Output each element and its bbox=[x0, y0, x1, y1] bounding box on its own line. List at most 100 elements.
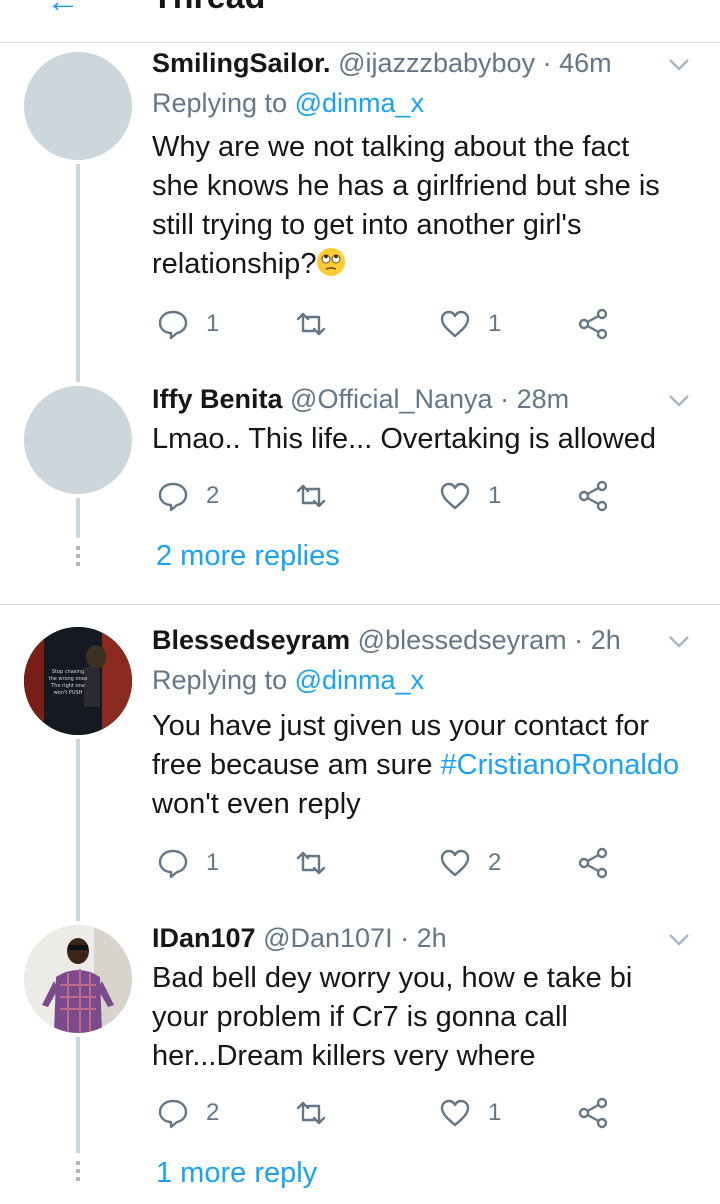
like-button[interactable]: 1 bbox=[438, 476, 501, 516]
replying-to: Replying to @dinma_x bbox=[152, 88, 425, 118]
display-name[interactable]: Blessedseyram bbox=[152, 625, 350, 655]
retweet-icon bbox=[296, 1101, 326, 1125]
timestamp: 2h bbox=[416, 923, 447, 953]
display-name[interactable]: IDan107 bbox=[152, 923, 256, 953]
svg-text:The right one: The right one bbox=[50, 683, 85, 689]
avatar[interactable] bbox=[24, 52, 132, 160]
reply-count: 1 bbox=[206, 849, 220, 876]
mention-link[interactable]: @dinma_x bbox=[295, 665, 424, 695]
tweet-text: Lmao.. This life... Overtaking is allowe… bbox=[152, 423, 656, 455]
avatar[interactable] bbox=[24, 386, 132, 494]
tweet-text: Why are we not talking about the fact sh… bbox=[152, 131, 660, 280]
timestamp: 2h bbox=[590, 625, 621, 655]
retweet-button[interactable] bbox=[294, 843, 344, 883]
tweet-actions: 2 1 bbox=[152, 1093, 652, 1133]
handle[interactable]: @Dan107I bbox=[263, 923, 393, 953]
more-replies-link[interactable]: 2 more replies bbox=[156, 540, 340, 573]
tweet-meta: SmilingSailor. @ijazzzbabyboy · 46m bbox=[152, 48, 612, 79]
tweet[interactable]: SmilingSailor. @ijazzzbabyboy · 46m Repl… bbox=[0, 42, 720, 384]
reply-count: 1 bbox=[206, 310, 220, 337]
svg-text:Stop chasing: Stop chasing bbox=[52, 669, 84, 675]
dot-separator: · bbox=[500, 384, 510, 414]
share-button[interactable] bbox=[576, 1093, 610, 1133]
tweet-meta: Iffy Benita @Official_Nanya · 28m bbox=[152, 384, 569, 415]
retweet-icon bbox=[296, 312, 326, 336]
tweet-text: Bad bell dey worry you, how e take bi yo… bbox=[152, 962, 633, 1072]
share-icon bbox=[578, 308, 608, 340]
share-button[interactable] bbox=[576, 476, 610, 516]
thread-header: ← Thread bbox=[0, 0, 720, 43]
timestamp: 28m bbox=[516, 384, 570, 414]
like-count: 1 bbox=[488, 1099, 502, 1126]
retweet-icon bbox=[296, 484, 326, 508]
tweet-actions: 2 1 bbox=[152, 476, 652, 516]
share-icon bbox=[578, 847, 608, 879]
retweet-button[interactable] bbox=[294, 304, 344, 344]
heart-icon bbox=[440, 482, 470, 510]
handle[interactable]: @ijazzzbabyboy bbox=[338, 48, 535, 78]
retweet-icon bbox=[296, 851, 326, 875]
heart-icon bbox=[440, 849, 470, 877]
reply-button[interactable]: 1 bbox=[156, 304, 219, 344]
dot-separator: · bbox=[574, 625, 584, 655]
retweet-button[interactable] bbox=[294, 1093, 344, 1133]
dot-separator: · bbox=[400, 923, 410, 953]
tweet-actions: 1 2 bbox=[152, 843, 652, 883]
like-button[interactable]: 1 bbox=[438, 1093, 501, 1133]
avatar-image: Stop chasing the wrong ones The right on… bbox=[24, 627, 132, 735]
tweet-meta: Blessedseyram @blessedseyram · 2h bbox=[152, 625, 621, 656]
heart-icon bbox=[440, 1099, 470, 1127]
share-icon bbox=[578, 1097, 608, 1129]
thread-dots bbox=[76, 1161, 80, 1185]
chevron-down-icon[interactable] bbox=[668, 58, 690, 72]
like-button[interactable]: 1 bbox=[438, 304, 501, 344]
reply-icon bbox=[158, 310, 188, 340]
back-arrow-icon[interactable]: ← bbox=[46, 0, 80, 21]
hashtag-link[interactable]: #CristianoRonaldo bbox=[441, 749, 680, 781]
replying-to: Replying to @dinma_x bbox=[152, 665, 425, 695]
timestamp: 46m bbox=[559, 48, 612, 78]
thread-line bbox=[76, 164, 80, 382]
display-name[interactable]: Iffy Benita bbox=[152, 384, 283, 414]
like-count: 1 bbox=[488, 482, 502, 509]
display-name[interactable]: SmilingSailor. bbox=[152, 48, 331, 78]
chevron-down-icon[interactable] bbox=[668, 394, 690, 408]
reply-icon bbox=[158, 849, 188, 879]
thread-line bbox=[76, 739, 80, 921]
mention-link[interactable]: @dinma_x bbox=[295, 88, 424, 118]
like-button[interactable]: 2 bbox=[438, 843, 501, 883]
handle[interactable]: @blessedseyram bbox=[358, 625, 567, 655]
reply-button[interactable]: 1 bbox=[156, 843, 219, 883]
reply-icon bbox=[158, 482, 188, 512]
thread-line bbox=[76, 498, 80, 538]
more-replies-link[interactable]: 1 more reply bbox=[156, 1157, 317, 1190]
share-button[interactable] bbox=[576, 843, 610, 883]
reply-count: 2 bbox=[206, 482, 220, 509]
reply-button[interactable]: 2 bbox=[156, 476, 219, 516]
thread-line bbox=[76, 1037, 80, 1153]
thread-dots bbox=[76, 546, 80, 570]
retweet-button[interactable] bbox=[294, 476, 344, 516]
chevron-down-icon[interactable] bbox=[668, 635, 690, 649]
avatar-image bbox=[24, 925, 132, 1033]
tweet-meta: IDan107 @Dan107I · 2h bbox=[152, 923, 447, 954]
svg-text:the wrong ones: the wrong ones bbox=[49, 676, 88, 682]
tweet[interactable]: Iffy Benita @Official_Nanya · 28m Lmao..… bbox=[0, 384, 720, 604]
page-title: Thread bbox=[152, 0, 265, 17]
avatar[interactable] bbox=[24, 925, 132, 1033]
tweet-text: You have just given us your contact for … bbox=[152, 710, 680, 820]
tweet[interactable]: IDan107 @Dan107I · 2h Bad bell dey worry… bbox=[0, 921, 720, 1204]
share-button[interactable] bbox=[576, 304, 610, 344]
face-with-rolling-eyes-icon bbox=[317, 248, 346, 276]
avatar[interactable]: Stop chasing the wrong ones The right on… bbox=[24, 627, 132, 735]
tweet-actions: 1 1 bbox=[152, 304, 652, 344]
tweet[interactable]: Stop chasing the wrong ones The right on… bbox=[0, 605, 720, 921]
chevron-down-icon[interactable] bbox=[668, 933, 690, 947]
reply-count: 2 bbox=[206, 1099, 220, 1126]
handle[interactable]: @Official_Nanya bbox=[290, 384, 493, 414]
like-count: 1 bbox=[488, 310, 502, 337]
svg-text:won't PUSH: won't PUSH bbox=[54, 690, 83, 696]
reply-button[interactable]: 2 bbox=[156, 1093, 219, 1133]
like-count: 2 bbox=[488, 849, 502, 876]
reply-icon bbox=[158, 1099, 188, 1129]
